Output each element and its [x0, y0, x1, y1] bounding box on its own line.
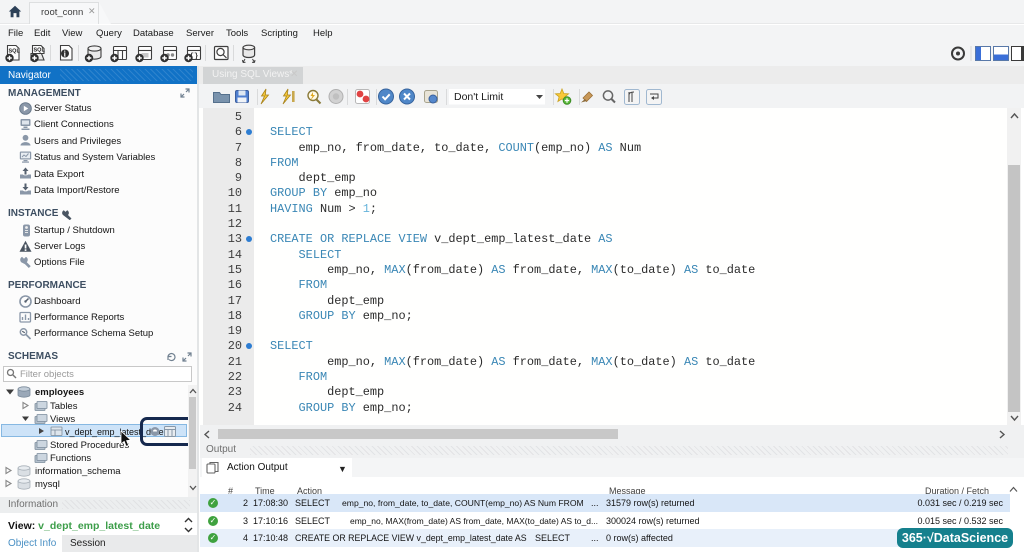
svg-text:Don't Limit: Don't Limit — [454, 91, 503, 103]
svg-text:SQL: SQL — [9, 49, 21, 55]
svg-text:SQL: SQL — [34, 48, 46, 54]
